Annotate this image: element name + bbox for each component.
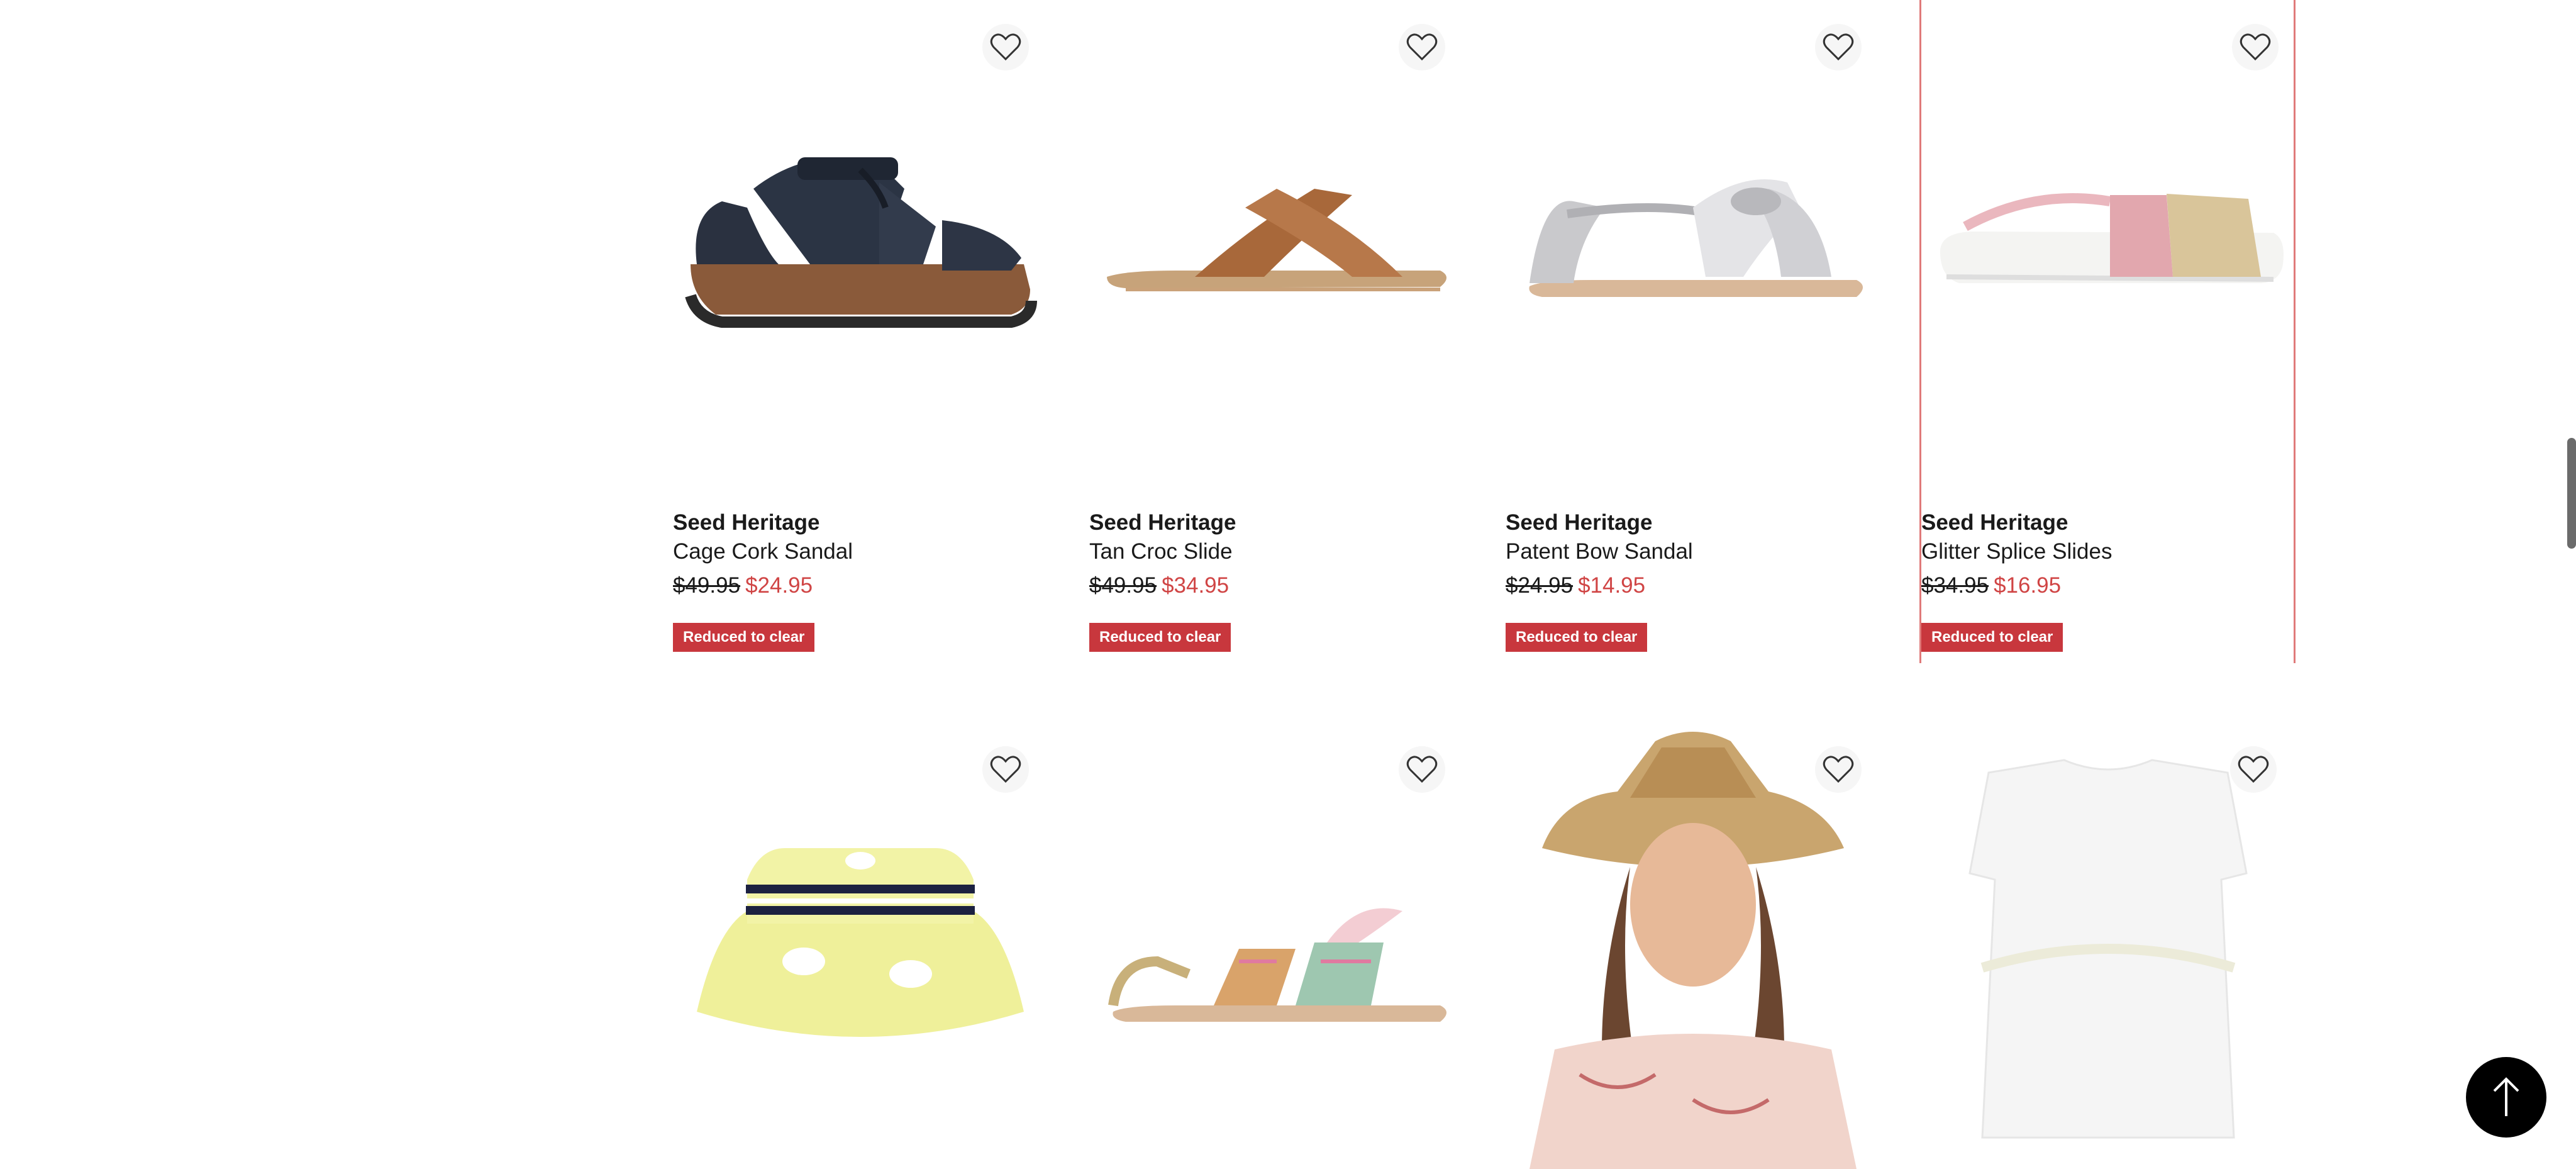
product-card[interactable] [1919, 722, 2293, 1169]
product-grid-page: Seed Heritage Cage Cork Sandal $49.95 $24… [0, 0, 2576, 1169]
back-to-top-button[interactable] [2466, 1057, 2546, 1138]
heart-outline-icon [2240, 33, 2271, 61]
sale-price: $24.95 [745, 573, 813, 598]
product-prices: $49.95 $24.95 [673, 573, 813, 598]
wishlist-button[interactable] [1815, 746, 1862, 793]
cage-sandal-image [685, 157, 1037, 328]
heart-outline-icon [990, 756, 1021, 783]
sale-price: $14.95 [1578, 573, 1646, 598]
product-image[interactable] [1919, 722, 2293, 1169]
wishlist-button[interactable] [982, 24, 1029, 70]
product-name[interactable]: Patent Bow Sandal [1506, 539, 1693, 564]
wishlist-button[interactable] [2230, 746, 2277, 793]
sale-badge: Reduced to clear [1921, 623, 2063, 652]
heart-outline-icon [1823, 756, 1854, 783]
original-price: $49.95 [673, 573, 741, 598]
product-image[interactable] [672, 0, 1045, 478]
product-image[interactable] [1504, 0, 1878, 478]
product-image[interactable] [1921, 0, 2295, 478]
wishlist-button[interactable] [982, 746, 1029, 793]
wishlist-button[interactable] [1399, 746, 1445, 793]
product-name[interactable]: Tan Croc Slide [1089, 539, 1233, 564]
product-brand[interactable]: Seed Heritage [673, 510, 819, 535]
product-prices: $24.95 $14.95 [1506, 573, 1645, 598]
wishlist-button[interactable] [2232, 24, 2279, 70]
page-scrollbar[interactable] [2567, 438, 2576, 549]
product-brand[interactable]: Seed Heritage [1089, 510, 1236, 535]
wishlist-button[interactable] [1815, 24, 1862, 70]
heart-outline-icon [1823, 33, 1854, 61]
product-card[interactable] [672, 722, 1045, 1169]
heart-outline-icon [2238, 756, 2269, 783]
sale-badge: Reduced to clear [1506, 623, 1648, 652]
product-image[interactable] [1504, 722, 1878, 1169]
sale-price: $34.95 [1162, 573, 1230, 598]
croc-slide-image [1107, 189, 1446, 291]
embroidered-sandal-image [1108, 908, 1446, 1022]
wishlist-button[interactable] [1399, 24, 1445, 70]
original-price: $34.95 [1921, 573, 1989, 598]
product-card[interactable] [1088, 722, 1462, 1169]
original-price: $24.95 [1506, 573, 1574, 598]
heart-outline-icon [1406, 756, 1438, 783]
product-name[interactable]: Cage Cork Sandal [673, 539, 853, 564]
original-price: $49.95 [1089, 573, 1157, 598]
product-prices: $49.95 $34.95 [1089, 573, 1229, 598]
product-image[interactable] [1088, 0, 1462, 478]
patent-bow-sandal-image [1529, 179, 1863, 297]
bucket-hat-image [697, 848, 1024, 1037]
heart-outline-icon [1406, 33, 1438, 61]
product-card[interactable]: Seed Heritage Patent Bow Sandal $24.95 $1… [1504, 0, 1878, 652]
sale-badge: Reduced to clear [1089, 623, 1231, 652]
glitter-slides-image [1940, 193, 2284, 283]
sale-price: $16.95 [1994, 573, 2062, 598]
product-brand[interactable]: Seed Heritage [1506, 510, 1652, 535]
product-card[interactable]: Seed Heritage Cage Cork Sandal $49.95 $24… [672, 0, 1045, 652]
sale-badge: Reduced to clear [673, 623, 815, 652]
product-card[interactable] [1504, 722, 1878, 1169]
straw-hat-model-image [1527, 722, 1857, 1169]
product-card-hovered[interactable]: Seed Heritage Glitter Splice Slides $34.… [1919, 0, 2296, 663]
product-prices: $34.95 $16.95 [1921, 573, 2061, 598]
product-image[interactable] [1088, 722, 1462, 1169]
product-card[interactable]: Seed Heritage Tan Croc Slide $49.95 $34.9… [1088, 0, 1462, 652]
heart-outline-icon [990, 33, 1021, 61]
product-brand[interactable]: Seed Heritage [1921, 510, 2068, 535]
product-image[interactable] [672, 722, 1045, 1169]
white-top-image [1968, 759, 2248, 1139]
arrow-up-icon [2493, 1077, 2519, 1116]
product-name[interactable]: Glitter Splice Slides [1921, 539, 2112, 564]
